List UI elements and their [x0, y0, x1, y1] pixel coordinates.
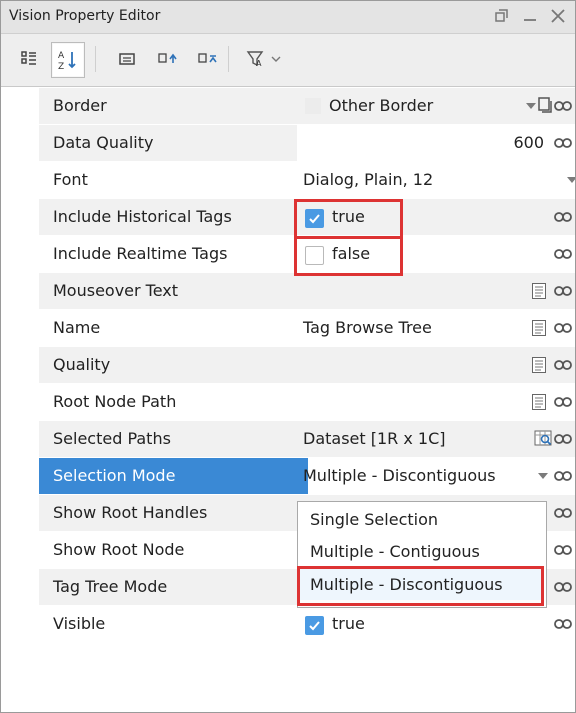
- filter-button[interactable]: A: [239, 42, 289, 76]
- property-row-border[interactable]: Border Other Border: [39, 88, 575, 126]
- property-name: Root Node Path: [53, 392, 177, 411]
- description-icon: [119, 53, 135, 65]
- highlight-include-realtime-tags: [294, 236, 403, 276]
- property-row-visible[interactable]: Visible true: [39, 606, 574, 644]
- svg-text:A: A: [58, 51, 65, 61]
- text-editor-icon[interactable]: [531, 356, 547, 374]
- property-name: Font: [53, 170, 88, 189]
- property-name: Show Root Handles: [39, 495, 308, 531]
- highlight-multiple-discontiguous: [297, 566, 544, 606]
- categorize-button[interactable]: [13, 42, 45, 76]
- selection-mode-value: Multiple - Discontiguous: [303, 466, 496, 485]
- text-editor-icon[interactable]: [531, 393, 547, 411]
- minimize-icon: [524, 19, 536, 21]
- sort-alphabetic-button[interactable]: AZ: [51, 42, 85, 78]
- property-grid: Border Other Border Data Quality 600 Fon…: [9, 88, 575, 712]
- highlight-include-historical-tags: [294, 199, 403, 239]
- property-value[interactable]: 600: [297, 125, 575, 161]
- property-value[interactable]: [297, 273, 575, 309]
- toolbar: AZ A: [1, 34, 575, 87]
- binding-link-icon[interactable]: [554, 283, 572, 299]
- property-name: Include Realtime Tags: [53, 244, 228, 263]
- property-value[interactable]: Dialog, Plain, 12: [297, 162, 575, 198]
- property-row-selected-paths[interactable]: Selected Paths Dataset [1R x 1C]: [39, 421, 575, 459]
- property-row-selection-mode[interactable]: Selection Mode Multiple - Discontiguous: [39, 458, 574, 496]
- expand-all-button[interactable]: [151, 42, 183, 76]
- binding-link-icon[interactable]: [554, 246, 572, 262]
- text-editor-icon[interactable]: [531, 319, 547, 337]
- property-value[interactable]: true: [297, 606, 575, 642]
- property-name: Data Quality: [39, 125, 308, 161]
- binding-link-icon[interactable]: [554, 468, 572, 484]
- property-value[interactable]: [297, 384, 575, 420]
- property-name: Name: [53, 318, 101, 337]
- property-row-root-node-path[interactable]: Root Node Path: [39, 384, 574, 422]
- title-bar: Vision Property Editor: [1, 1, 575, 34]
- sort-az-icon: AZ: [58, 51, 76, 71]
- property-name: Include Historical Tags: [39, 199, 308, 235]
- dropdown-option[interactable]: Single Selection: [298, 504, 544, 535]
- dropdown-option[interactable]: Multiple - Contiguous: [298, 536, 544, 567]
- binding-link-icon[interactable]: [554, 505, 572, 521]
- property-row-data-quality[interactable]: Data Quality 600: [39, 125, 575, 163]
- property-name: Quality: [39, 347, 308, 383]
- window-title: Vision Property Editor: [9, 8, 161, 24]
- property-name: Selection Mode: [39, 458, 308, 494]
- property-row-name[interactable]: Name Tag Browse Tree: [39, 310, 574, 348]
- dataset-viewer-icon[interactable]: [533, 429, 553, 447]
- property-value[interactable]: Tag Browse Tree: [297, 310, 575, 346]
- svg-text:Z: Z: [58, 62, 64, 71]
- border-value: Other Border: [329, 96, 434, 115]
- property-name: Selected Paths: [39, 421, 308, 457]
- property-name: Tag Tree Mode: [39, 569, 308, 605]
- close-icon: [551, 9, 565, 23]
- font-value: Dialog, Plain, 12: [303, 170, 434, 189]
- categorize-icon: [21, 51, 36, 65]
- property-value[interactable]: [297, 347, 575, 383]
- close-button[interactable]: [549, 4, 567, 28]
- name-value: Tag Browse Tree: [303, 318, 432, 337]
- vision-property-editor-window: Vision Property Editor AZ A Border Other…: [0, 0, 576, 713]
- property-row-mouseover-text[interactable]: Mouseover Text: [39, 273, 575, 311]
- filter-icon: A: [246, 51, 281, 68]
- visible-value: true: [332, 614, 365, 633]
- svg-text:A: A: [256, 59, 262, 68]
- property-row-font[interactable]: Font Dialog, Plain, 12: [39, 162, 575, 200]
- data-quality-value: 600: [513, 133, 544, 152]
- binding-link-icon[interactable]: [554, 135, 572, 151]
- expand-icon: [158, 53, 177, 63]
- restore-button[interactable]: [493, 4, 511, 28]
- binding-link-icon[interactable]: [554, 320, 572, 336]
- property-name: Border: [39, 88, 308, 124]
- property-value[interactable]: Dataset [1R x 1C]: [297, 421, 575, 457]
- binding-link-icon[interactable]: [554, 394, 572, 410]
- binding-link-icon[interactable]: [554, 98, 572, 114]
- property-row-quality[interactable]: Quality: [39, 347, 575, 385]
- binding-link-icon[interactable]: [554, 209, 572, 225]
- collapse-icon: [198, 53, 217, 63]
- window-controls: [493, 4, 567, 28]
- property-name: Mouseover Text: [39, 273, 308, 309]
- selected-paths-value: Dataset [1R x 1C]: [303, 429, 446, 448]
- binding-link-icon[interactable]: [554, 579, 572, 595]
- visible-checkbox[interactable]: [305, 616, 324, 635]
- property-value[interactable]: Multiple - Discontiguous: [297, 458, 575, 494]
- border-editor-icon[interactable]: [537, 96, 553, 114]
- checkmark-icon: [309, 621, 320, 631]
- text-editor-icon[interactable]: [531, 282, 547, 300]
- minimize-button[interactable]: [521, 4, 539, 28]
- property-value[interactable]: Other Border: [297, 88, 575, 124]
- binding-link-icon[interactable]: [554, 431, 572, 447]
- collapse-all-button[interactable]: [191, 42, 223, 76]
- restore-icon: [495, 9, 508, 22]
- binding-link-icon[interactable]: [554, 616, 572, 632]
- binding-link-icon[interactable]: [554, 357, 572, 373]
- property-name: Visible: [53, 614, 106, 633]
- binding-link-icon[interactable]: [554, 542, 572, 558]
- hide-descriptions-button[interactable]: [111, 42, 143, 76]
- property-name: Show Root Node: [53, 540, 185, 559]
